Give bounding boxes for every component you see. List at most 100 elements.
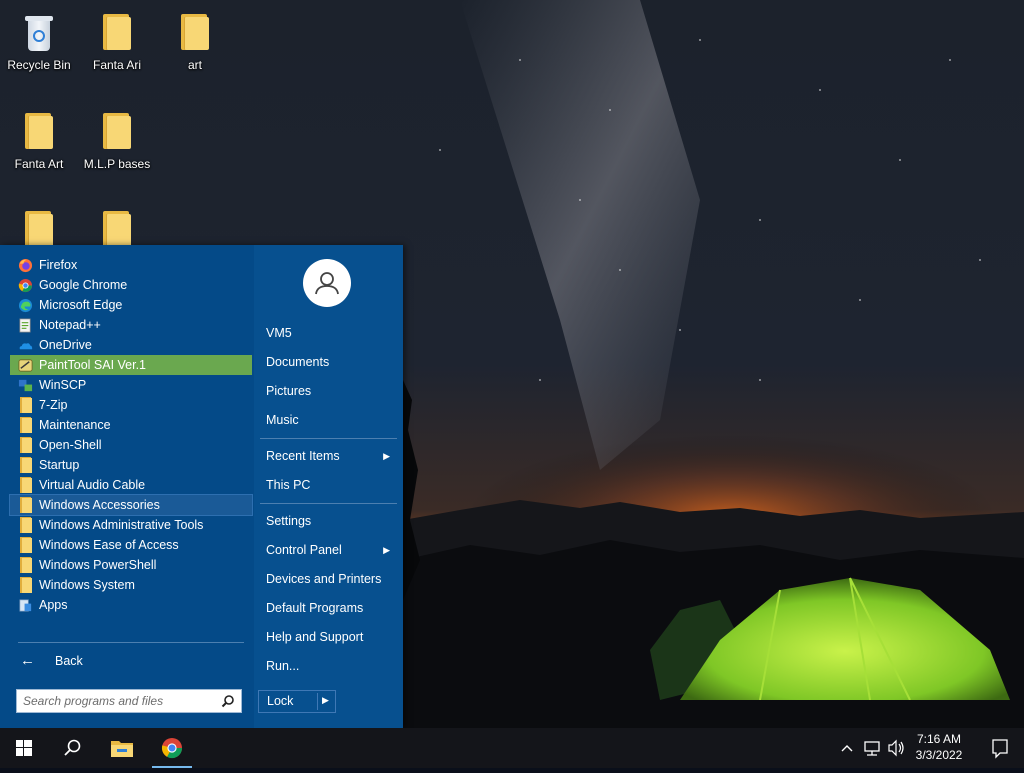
clock[interactable]: 7:16 AM 3/3/2022	[908, 731, 970, 764]
action-center-button[interactable]	[976, 728, 1024, 768]
place-user-folder[interactable]: VM5	[266, 323, 394, 343]
place-help-and-support[interactable]: Help and Support	[266, 627, 394, 647]
program-item-windows-accessories[interactable]: Windows Accessories	[9, 494, 253, 516]
folder-icon	[20, 577, 32, 593]
windows-logo-icon	[16, 740, 32, 756]
lock-button[interactable]: Lock ▶	[258, 690, 336, 713]
chevron-up-icon	[841, 745, 853, 752]
program-item-open-shell[interactable]: Open-Shell	[10, 435, 252, 455]
program-item-microsoft-edge[interactable]: Microsoft Edge	[10, 295, 252, 315]
search-input[interactable]	[23, 693, 213, 709]
taskbar-file-explorer[interactable]	[98, 728, 146, 768]
place-documents[interactable]: Documents	[266, 352, 394, 372]
place-pictures[interactable]: Pictures	[266, 381, 394, 401]
tray-overflow-button[interactable]	[836, 728, 858, 768]
folder-icon	[20, 437, 32, 453]
program-item-7-zip[interactable]: 7-Zip	[10, 395, 252, 415]
clock-date: 3/3/2022	[915, 748, 963, 762]
program-label: Apps	[39, 598, 68, 612]
place-control-panel[interactable]: Control Panel ▶	[266, 540, 394, 560]
place-music[interactable]: Music	[266, 410, 394, 430]
user-icon	[315, 272, 339, 295]
desktop-icon-label: Fanta Ari	[92, 58, 142, 72]
desktop-icon-label: M.L.P bases	[83, 157, 151, 171]
search-box[interactable]	[16, 689, 242, 713]
place-label: VM5	[266, 326, 292, 340]
place-default-programs[interactable]: Default Programs	[266, 598, 394, 618]
taskbar-search-button[interactable]	[48, 728, 96, 768]
file-explorer-icon	[111, 741, 133, 757]
program-item-google-chrome[interactable]: Google Chrome	[10, 275, 252, 295]
onedrive-icon	[19, 343, 33, 350]
place-label: Help and Support	[266, 630, 364, 644]
notepadpp-icon	[19, 318, 31, 333]
place-label: Control Panel	[266, 543, 342, 557]
place-this-pc[interactable]: This PC	[266, 475, 394, 495]
program-item-startup[interactable]: Startup	[10, 455, 252, 475]
desktop-icon-recycle-bin[interactable]: Recycle Bin	[0, 10, 78, 72]
back-button[interactable]: ← Back	[10, 650, 252, 672]
tray-network[interactable]	[860, 728, 884, 768]
folder-icon	[20, 397, 32, 413]
place-label: Recent Items	[266, 449, 340, 463]
program-label: Windows System	[39, 578, 135, 592]
folder-icon	[20, 517, 32, 533]
desktop-icon-art[interactable]: art	[156, 10, 234, 72]
place-label: Documents	[266, 355, 330, 369]
place-devices-and-printers[interactable]: Devices and Printers	[266, 569, 394, 589]
program-item-windows-administrative-tools[interactable]: Windows Administrative Tools	[10, 515, 252, 535]
taskbar-google-chrome[interactable]	[148, 728, 196, 768]
start-button[interactable]	[0, 728, 48, 768]
desktop-icon-mlp-bases[interactable]: M.L.P bases	[78, 109, 156, 171]
desktop-icon-fanta-art[interactable]: Fanta Art	[0, 109, 78, 171]
tray-volume[interactable]	[884, 728, 908, 768]
program-item-notepad-plus-plus[interactable]: Notepad++	[10, 315, 252, 335]
program-label: 7-Zip	[39, 398, 68, 412]
program-item-windows-powershell[interactable]: Windows PowerShell	[10, 555, 252, 575]
program-item-winscp[interactable]: WinSCP	[10, 375, 252, 395]
place-settings[interactable]: Settings	[266, 511, 394, 531]
arrow-left-icon: ←	[20, 652, 35, 669]
folder-icon	[19, 109, 59, 153]
apps-icon	[19, 599, 32, 612]
program-item-windows-system[interactable]: Windows System	[10, 575, 252, 595]
place-label: Music	[266, 413, 299, 427]
place-label: Run...	[266, 659, 300, 673]
place-recent-items[interactable]: Recent Items ▶	[266, 446, 394, 466]
chevron-right-icon[interactable]: ▶	[322, 695, 329, 706]
program-item-maintenance[interactable]: Maintenance	[10, 415, 252, 435]
program-label: Windows Accessories	[39, 498, 160, 512]
notification-icon	[992, 739, 1008, 759]
program-label: PaintTool SAI Ver.1	[39, 358, 147, 372]
program-item-onedrive[interactable]: OneDrive	[10, 335, 252, 355]
program-label: Windows PowerShell	[39, 558, 157, 572]
program-label: Firefox	[39, 258, 78, 272]
user-avatar[interactable]	[303, 259, 351, 307]
program-item-apps[interactable]: Apps	[10, 595, 252, 615]
place-run[interactable]: Run...	[266, 656, 394, 676]
chrome-icon	[161, 738, 183, 759]
program-item-virtual-audio-cable[interactable]: Virtual Audio Cable	[10, 475, 252, 495]
folder-icon	[20, 417, 32, 433]
start-menu: Firefox Google Chrome Microsoft Edge Not…	[0, 245, 403, 728]
recycle-bin-icon	[19, 10, 59, 54]
place-label: Devices and Printers	[266, 572, 382, 586]
program-label: Microsoft Edge	[39, 298, 123, 312]
chevron-right-icon: ▶	[383, 545, 390, 555]
folder-icon	[97, 10, 137, 54]
programs-separator	[18, 642, 244, 643]
program-label: Notepad++	[39, 318, 101, 332]
program-label: Open-Shell	[39, 438, 102, 452]
program-item-painttool-sai[interactable]: PaintTool SAI Ver.1	[10, 355, 252, 375]
search-icon[interactable]	[221, 694, 235, 708]
place-label: Settings	[266, 514, 312, 528]
desktop-icon-fanta-ari[interactable]: Fanta Ari	[78, 10, 156, 72]
program-item-windows-ease-of-access[interactable]: Windows Ease of Access	[10, 535, 252, 555]
winscp-icon	[18, 379, 33, 392]
program-label: OneDrive	[39, 338, 92, 352]
clock-time: 7:16 AM	[916, 732, 962, 746]
program-item-firefox[interactable]: Firefox	[10, 255, 252, 275]
program-label: Virtual Audio Cable	[39, 478, 146, 492]
desktop-icon-label: Fanta Art	[14, 157, 64, 171]
lock-label: Lock	[267, 694, 294, 708]
